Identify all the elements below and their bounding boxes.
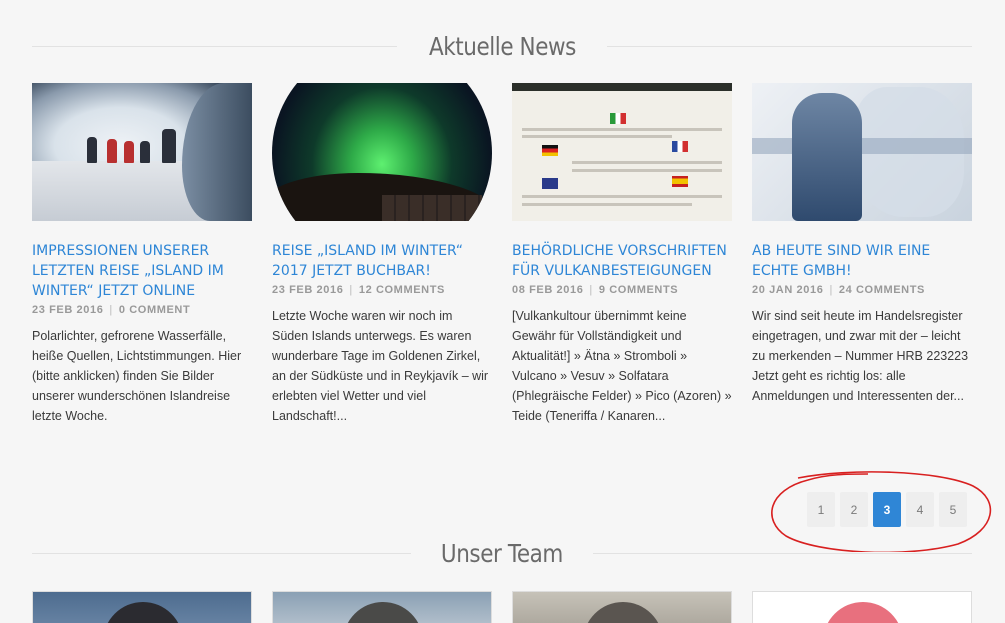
page-button-4[interactable]: 4 [906,492,934,527]
news-comments-link[interactable]: 9 COMMENTS [599,284,678,296]
news-title-link[interactable]: REISE „ISLAND IM WINTER“ 2017 JETZT BUCH… [272,241,492,281]
news-excerpt: Letzte Woche waren wir noch im Süden Isl… [272,309,489,423]
page-button-5[interactable]: 5 [939,492,967,527]
news-meta: 20 JAN 2016 | 24 COMMENTS [752,284,925,296]
news-title-link[interactable]: BEHÖRDLICHE VORSCHRIFTEN FÜR VULKANBESTE… [512,241,732,281]
news-date: 08 FEB 2016 [512,284,584,296]
news-title-link[interactable]: AB HEUTE SIND WIR EINE ECHTE GMBH! [752,241,972,281]
news-section-heading: Aktuelle News [32,32,972,61]
news-comments-link[interactable]: 12 COMMENTS [359,284,445,296]
news-excerpt: Polarlichter, gefrorene Wasserfälle, hei… [32,329,242,423]
news-comments-link[interactable]: 0 COMMENT [119,304,190,316]
page-button-3-current[interactable]: 3 [873,492,901,527]
news-title-link[interactable]: IMPRESSIONEN UNSERER LETZTEN REISE „ISLA… [32,241,252,301]
news-comments-link[interactable]: 24 COMMENTS [839,284,925,296]
news-date: 23 FEB 2016 [272,284,344,296]
news-excerpt: Wir sind seit heute im Handelsregister e… [752,309,969,403]
news-meta: 08 FEB 2016 | 9 COMMENTS [512,284,679,296]
pagination: 1 2 3 4 5 [807,492,967,527]
news-thumbnail-justitia[interactable] [752,83,972,221]
news-heading-text: Aktuelle News [428,31,576,61]
team-member-photo[interactable] [32,591,252,623]
news-excerpt: [Vulkankultour übernimmt keine Gewähr fü… [512,309,732,423]
news-date: 20 JAN 2016 [752,284,824,296]
news-meta: 23 FEB 2016 | 0 COMMENT [32,304,191,316]
page-button-2[interactable]: 2 [840,492,868,527]
team-section-heading: Unser Team [32,539,972,568]
team-member-photo[interactable] [272,591,492,623]
news-thumbnail-aurora[interactable] [272,83,492,221]
news-thumbnail-sign-board[interactable] [512,83,732,221]
news-thumbnail-ice-cave[interactable] [32,83,252,221]
page-button-1[interactable]: 1 [807,492,835,527]
team-member-photo[interactable] [512,591,732,623]
news-card: BEHÖRDLICHE VORSCHRIFTEN FÜR VULKANBESTE… [512,83,732,426]
news-card: IMPRESSIONEN UNSERER LETZTEN REISE „ISLA… [32,83,252,426]
news-meta: 23 FEB 2016 | 12 COMMENTS [272,284,445,296]
news-card: REISE „ISLAND IM WINTER“ 2017 JETZT BUCH… [272,83,492,426]
news-date: 23 FEB 2016 [32,304,104,316]
team-member-photo[interactable] [752,591,972,623]
news-card: AB HEUTE SIND WIR EINE ECHTE GMBH! 20 JA… [752,83,972,406]
team-heading-text: Unser Team [441,538,564,568]
